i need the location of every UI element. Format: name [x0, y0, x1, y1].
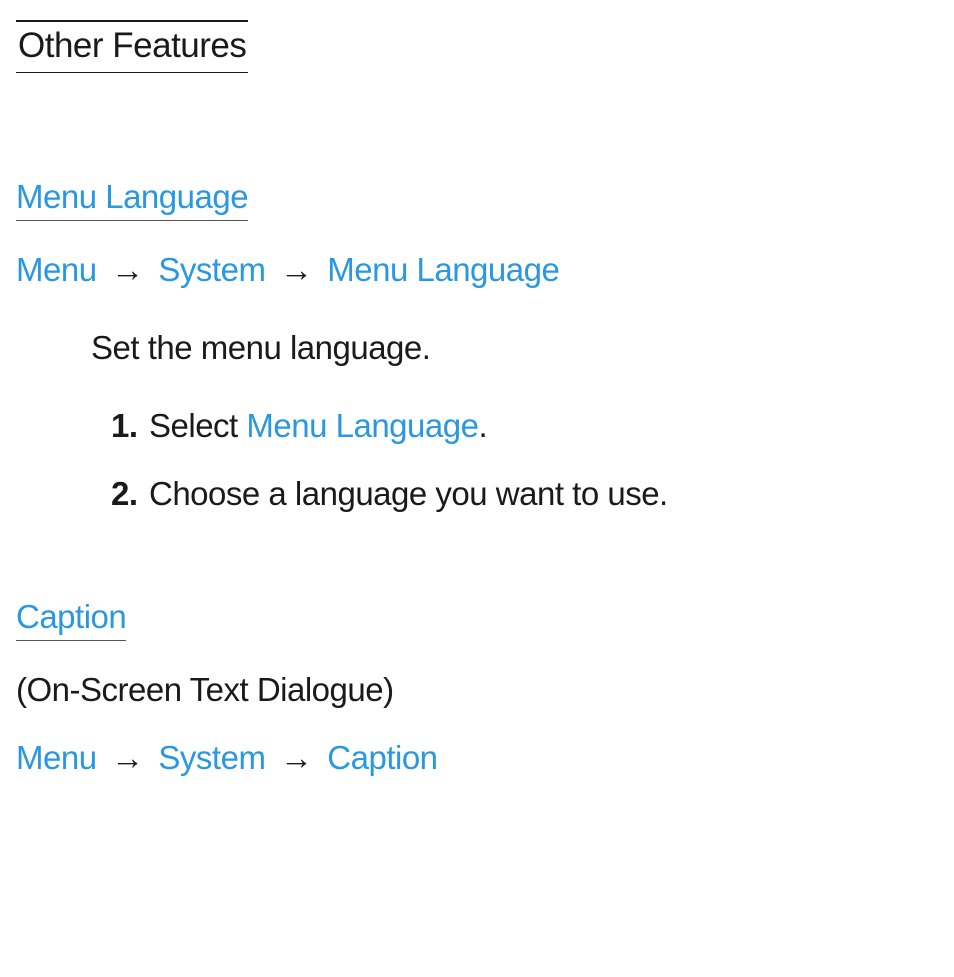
- section-subtext: (On-Screen Text Dialogue): [16, 671, 938, 709]
- breadcrumb-item-menu-language[interactable]: Menu Language: [327, 251, 559, 288]
- arrow-icon: →: [280, 739, 313, 776]
- step-1: 1. Select Menu Language.: [111, 407, 938, 445]
- step-number: 1.: [111, 407, 149, 445]
- step-number: 2.: [111, 475, 149, 513]
- chapter-heading: Other Features: [16, 20, 248, 73]
- step-content: Choose a language you want to use.: [149, 475, 938, 513]
- breadcrumb-item-system[interactable]: System: [158, 739, 265, 776]
- arrow-icon: →: [111, 251, 144, 288]
- breadcrumb-item-caption[interactable]: Caption: [327, 739, 437, 776]
- step-content: Select Menu Language.: [149, 407, 938, 445]
- breadcrumb-item-menu[interactable]: Menu: [16, 251, 97, 288]
- breadcrumb-caption: Menu → System → Caption: [16, 739, 938, 777]
- section-description: Set the menu language.: [91, 329, 938, 367]
- section-heading-caption: Caption: [16, 598, 126, 641]
- arrow-icon: →: [280, 251, 313, 288]
- breadcrumb-item-menu[interactable]: Menu: [16, 739, 97, 776]
- arrow-icon: →: [111, 739, 144, 776]
- breadcrumb-item-system[interactable]: System: [158, 251, 265, 288]
- section-menu-language: Menu Language Menu → System → Menu Langu…: [16, 178, 938, 513]
- highlight-menu-language: Menu Language: [246, 407, 478, 444]
- section-heading-menu-language: Menu Language: [16, 178, 248, 221]
- step-2: 2. Choose a language you want to use.: [111, 475, 938, 513]
- section-caption: Caption (On-Screen Text Dialogue) Menu →…: [16, 598, 938, 777]
- breadcrumb-menu-language: Menu → System → Menu Language: [16, 251, 938, 289]
